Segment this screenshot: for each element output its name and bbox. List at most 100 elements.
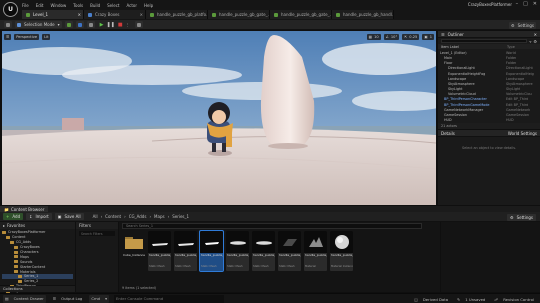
content-drawer-button[interactable]: ▤ Content Drawer [3, 294, 46, 303]
play-icon[interactable]: ▶ [100, 22, 104, 28]
outliner-row[interactable]: BP_ThirdPersonGameMode Edit BP_Third [440, 102, 538, 107]
asset-tile[interactable]: handle_puzzle_gb_gate_... Static Mesh [174, 231, 197, 271]
platforms-button[interactable] [134, 21, 143, 28]
favorites-header[interactable]: ▸ Favorites [0, 222, 75, 229]
revision-control-button[interactable]: ☍ Revision Control [492, 295, 536, 303]
menu-item-file[interactable]: File [22, 3, 29, 8]
outliner-row[interactable]: SkyAtmosphere SkyAtmosphere [440, 81, 538, 86]
menu-item-window[interactable]: Window [50, 3, 66, 8]
import-button[interactable]: ↧ Import [26, 213, 52, 220]
level-viewport[interactable] [2, 31, 436, 205]
add-button[interactable]: + Add [3, 213, 24, 220]
folder-icon [14, 250, 18, 254]
gear-icon: ⚙ [510, 214, 514, 220]
viewport-menu-button[interactable]: ☰ [4, 33, 12, 40]
cb-settings-button[interactable]: ⚙ Settings [507, 213, 536, 221]
outliner-row[interactable]: GameSession GameSession [440, 112, 538, 117]
breadcrumb-item[interactable]: All [93, 214, 98, 219]
collections-header[interactable]: Collections [0, 286, 75, 292]
save-button[interactable] [4, 21, 12, 28]
cmd-dropdown[interactable]: Cmd ▾ [89, 294, 109, 303]
asset-icon [274, 12, 278, 17]
console-input[interactable]: Enter Console Command [113, 294, 224, 303]
world-settings-tab[interactable]: World Settings [508, 131, 537, 136]
filter-icon[interactable]: ▿ [529, 39, 531, 44]
outliner-row[interactable]: GameNetworkManager GameNetwork [440, 107, 538, 112]
asset-tile[interactable]: handle_puzzle_gb_lever... Static Mesh [252, 231, 275, 271]
outliner-row[interactable]: ExponentialHeightFog ExponentialHeig [440, 71, 538, 76]
derived-data-button[interactable]: ◫ Derived Data [412, 295, 450, 303]
asset-search-input[interactable]: Search Series_1 [122, 223, 422, 229]
asset-tile[interactable]: Cube_Instances [122, 231, 145, 271]
main-menu: File Edit Window Tools Build Select Actor Help [22, 2, 153, 8]
save-all-button[interactable]: ▣ Save All [54, 213, 84, 220]
outliner-item-type: SkyLight [506, 87, 521, 92]
asset-tile[interactable]: handle_puzzle_gb_platf... Static Mesh [278, 231, 301, 271]
details-tab[interactable]: Details [441, 131, 455, 136]
menu-item-edit[interactable]: Edit [36, 3, 44, 8]
stop-icon[interactable]: ■ [118, 22, 123, 28]
outliner-item-type: Edit BP_Third [506, 102, 529, 107]
asset-tile[interactable]: handle_puzzle_gb_platfo... Static Mesh [148, 231, 171, 271]
blueprint-button[interactable] [75, 21, 84, 28]
minimize-icon[interactable]: – [516, 1, 519, 7]
folder-icon [14, 270, 18, 274]
menu-item-tools[interactable]: Tools [73, 3, 83, 8]
outliner-panel: ☰ Outliner ✕ ▿ ⚙ Item Label Type Level_1… [438, 31, 540, 123]
breadcrumb-item[interactable]: Maps [154, 214, 165, 219]
output-log-button[interactable]: ☰ Output Log [51, 295, 85, 303]
menu-item-select[interactable]: Select [107, 3, 119, 8]
asset-tile[interactable]: handle_puzzle_gb_gate_... Static Mesh [199, 230, 224, 272]
unreal-logo[interactable]: U [3, 2, 18, 17]
cinematics-button[interactable] [86, 21, 95, 28]
outliner-row[interactable]: DirectionalLight DirectionalLight [440, 66, 538, 71]
snap-scale-button[interactable]: ⇱ 0.25 [402, 33, 420, 40]
asset-tile[interactable]: handle_puzzle_gb_mat... Material Instance [330, 231, 353, 271]
outliner-row[interactable]: BP_ThirdPersonCharacter Edit BP_Third [440, 97, 538, 102]
level-tab[interactable]: handle_puzzle_gb_handl...× [332, 10, 394, 19]
step-icon[interactable]: ❚❚ [106, 22, 114, 28]
maximize-icon[interactable]: □ [523, 1, 528, 7]
settings-button[interactable]: ⚙ Settings [509, 21, 536, 29]
snap-angle-button[interactable]: ∠ 10° [383, 33, 400, 40]
camera-speed-button[interactable]: ▣ 1 [422, 33, 434, 40]
outliner-search-input[interactable] [441, 39, 528, 43]
selection-mode-button[interactable]: Selection Mode ▾ [15, 21, 62, 28]
level-tab[interactable]: Crazy Boxes × [84, 10, 146, 19]
level-tab[interactable]: handle_puzzle_gb_gate_...× [270, 10, 332, 19]
level-tab[interactable]: handle_puzzle_gb_gate_...× [208, 10, 270, 19]
menu-item-build[interactable]: Build [90, 3, 100, 8]
unsaved-button[interactable]: ✎ 1 Unsaved [455, 295, 487, 303]
asset-tile[interactable]: handle_puzzle_gb_mat... Material [304, 231, 327, 271]
level-tab[interactable]: Level_1 × [22, 10, 84, 19]
filter-search-input[interactable]: Search Filters [79, 231, 115, 236]
level-tab[interactable]: handle_puzzle_gb_platfo...× [146, 10, 208, 19]
snap-grid-button[interactable]: ▦ 10 [366, 33, 381, 40]
breadcrumb-item[interactable]: CG_Adds [129, 214, 147, 219]
outliner-row[interactable]: Landscape Landscape [440, 76, 538, 81]
close-icon[interactable]: ✕ [534, 32, 537, 37]
chevron-right-icon: › [100, 214, 103, 219]
gear-icon[interactable]: ⚙ [533, 39, 537, 44]
asset-name: handle_puzzle_gb_gate_... [201, 253, 223, 257]
breadcrumb-item[interactable]: Series_1 [172, 214, 189, 219]
perspective-button[interactable]: Perspective [14, 33, 40, 40]
asset-icon [26, 12, 30, 17]
breadcrumb-item[interactable]: Content [105, 214, 121, 219]
asset-name: handle_puzzle_gb_handl... [227, 253, 249, 257]
folder-icon [14, 265, 18, 269]
close-icon[interactable]: ✕ [533, 1, 537, 7]
outliner-row[interactable]: VolumetricCloud VolumetricClou [440, 92, 538, 97]
folder-tree: CrazyBoxesPlatformer Content CG_Adds CrazyB… [0, 229, 75, 293]
more-icon[interactable]: ⋮ [126, 22, 130, 27]
asset-tile[interactable]: handle_puzzle_gb_handl... Static Mesh [226, 231, 249, 271]
close-icon[interactable]: × [140, 12, 145, 17]
close-icon[interactable]: × [78, 12, 83, 17]
select-icon [17, 22, 21, 27]
viewport-toolbar: ☰ Perspective Lit ▦ 10 ∠ 10° ⇱ 0.25 ▣ 1 [4, 33, 434, 40]
menu-item-actor[interactable]: Actor [126, 3, 137, 8]
lit-button[interactable]: Lit [42, 33, 51, 40]
asset-name: handle_puzzle_gb_lever... [253, 253, 275, 257]
add-actor-button[interactable] [64, 21, 73, 28]
menu-item-help[interactable]: Help [144, 3, 153, 8]
